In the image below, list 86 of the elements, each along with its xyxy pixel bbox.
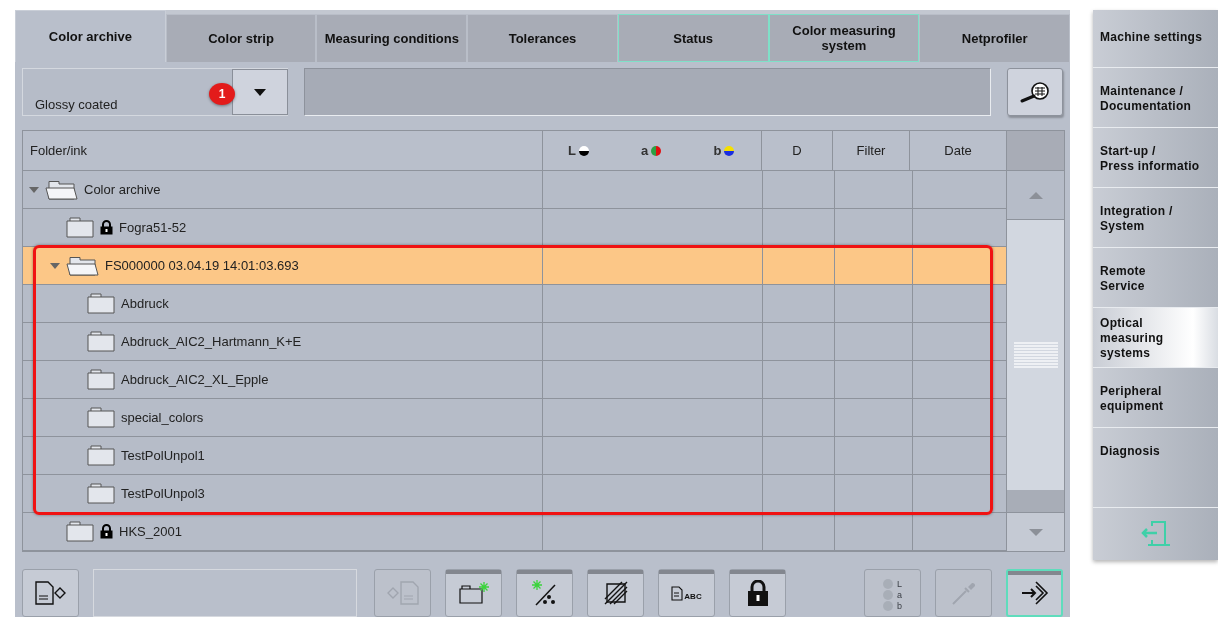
tab[interactable]: Color archive	[15, 10, 166, 62]
tree-row[interactable]: FS000000 03.04.19 14:01:03.693	[23, 247, 1006, 285]
folder-icon	[87, 483, 115, 504]
document-arrow-icon	[385, 580, 420, 606]
folder-icon	[87, 293, 115, 314]
expand-caret-icon[interactable]	[50, 262, 60, 269]
sidebar-item[interactable]: Machine settings	[1093, 10, 1218, 68]
column-header: D	[761, 131, 832, 171]
tree-row[interactable]: Fogra51-52	[23, 209, 1006, 247]
half-circle-icon	[723, 144, 736, 157]
tab[interactable]: Color strip	[165, 14, 317, 62]
arrow-into-diamond-icon	[1019, 580, 1050, 606]
dropdown[interactable]: Glossy coated 1	[22, 68, 288, 116]
tree-row[interactable]: Abdruck	[23, 285, 1006, 323]
tab[interactable]: Measuring conditions	[316, 14, 468, 62]
sidebar-item[interactable]: Remote Service	[1093, 248, 1218, 308]
column-header: b	[713, 143, 722, 158]
lock-button[interactable]	[729, 569, 786, 617]
tab[interactable]: Status	[617, 14, 769, 62]
lab-letter: L	[897, 579, 902, 589]
enter-button[interactable]	[1006, 569, 1063, 617]
folder-icon	[66, 217, 94, 238]
scroll-up-icon[interactable]	[1028, 191, 1043, 199]
new-color-button[interactable]	[516, 569, 573, 617]
column-header: a	[640, 143, 649, 158]
tree-row[interactable]: Color archive	[23, 171, 1006, 209]
tab[interactable]: Netprofiler	[919, 14, 1071, 62]
exit-door-icon	[1140, 521, 1171, 547]
tree-row[interactable]: TestPolUnpol3	[23, 475, 1006, 513]
folder-icon	[87, 369, 115, 390]
folder-icon	[87, 445, 115, 466]
tab[interactable]: Color measuring system	[768, 14, 920, 62]
open-folder-icon	[45, 179, 78, 200]
tree-row[interactable]: Abdruck_AIC2_XL_Epple	[23, 361, 1006, 399]
hatch-button[interactable]	[587, 569, 644, 617]
tree-row[interactable]: Abdruck_AIC2_Hartmann_K+E	[23, 323, 1006, 361]
half-circle-icon	[650, 144, 663, 157]
new-folder-button[interactable]	[445, 569, 502, 617]
tree-row[interactable]: TestPolUnpol1	[23, 437, 1006, 475]
document-arrow-icon	[33, 580, 68, 606]
tree-item-label: Abdruck	[121, 296, 169, 311]
sidebar-item[interactable]: Diagnosis	[1093, 428, 1218, 508]
open-folder-icon	[66, 255, 99, 276]
column-header: Filter	[832, 131, 909, 171]
scroll-down-icon[interactable]	[1028, 528, 1043, 536]
magnifier-icon	[1019, 81, 1051, 103]
rename-button[interactable]: ABC	[658, 569, 715, 617]
lab-letter: a	[897, 590, 902, 600]
half-circle-icon	[577, 144, 590, 157]
tree-item-label: TestPolUnpol1	[121, 448, 205, 463]
sidebar-item[interactable]: Optical measuring systems	[1093, 308, 1218, 368]
tree-item-label: special_colors	[121, 410, 204, 425]
lock-icon	[746, 580, 769, 606]
lab-letter: b	[897, 601, 902, 611]
badge: 1	[209, 83, 235, 105]
column-header: Date	[909, 131, 1006, 171]
scrollbar[interactable]	[1006, 171, 1064, 551]
tree-item-label: Abdruck_AIC2_XL_Epple	[121, 372, 269, 387]
tree-row[interactable]: special_colors	[23, 399, 1006, 437]
tree-row[interactable]: HKS_2001	[23, 513, 1006, 551]
sidebar-item[interactable]: Start-up / Press informatio	[1093, 128, 1218, 188]
folder-star-icon	[457, 581, 490, 605]
folder-icon	[66, 521, 94, 542]
tree-item-label: Fogra51-52	[119, 220, 187, 235]
column-header: L	[568, 143, 576, 158]
tree-item-label: HKS_2001	[119, 524, 182, 539]
document-icon	[671, 585, 684, 601]
tree-item-label: Color archive	[84, 182, 161, 197]
export-button[interactable]	[22, 569, 79, 617]
scroll-track[interactable]	[1007, 490, 1064, 512]
folder-icon	[87, 407, 115, 428]
tab[interactable]: Tolerances	[467, 14, 618, 62]
scroll-thumb[interactable]	[1007, 220, 1064, 490]
tree-item-label: FS000000 03.04.19 14:01:03.693	[105, 258, 299, 273]
caret-icon	[254, 88, 266, 96]
tree-item-label: Abdruck_AIC2_Hartmann_K+E	[121, 334, 302, 349]
sidebar-item[interactable]: Peripheral equipment	[1093, 368, 1218, 428]
search-button[interactable]	[1007, 68, 1063, 116]
tree-item-label: TestPolUnpol3	[121, 486, 205, 501]
abc-label: ABC	[684, 591, 702, 601]
folder-icon	[87, 331, 115, 352]
text-field[interactable]	[93, 569, 357, 617]
sidebar-item[interactable]: Maintenance / Documentation	[1093, 68, 1218, 128]
search-field[interactable]	[304, 68, 991, 116]
expand-caret-icon[interactable]	[29, 186, 39, 193]
sidebar-item[interactable]: Integration / System	[1093, 188, 1218, 248]
